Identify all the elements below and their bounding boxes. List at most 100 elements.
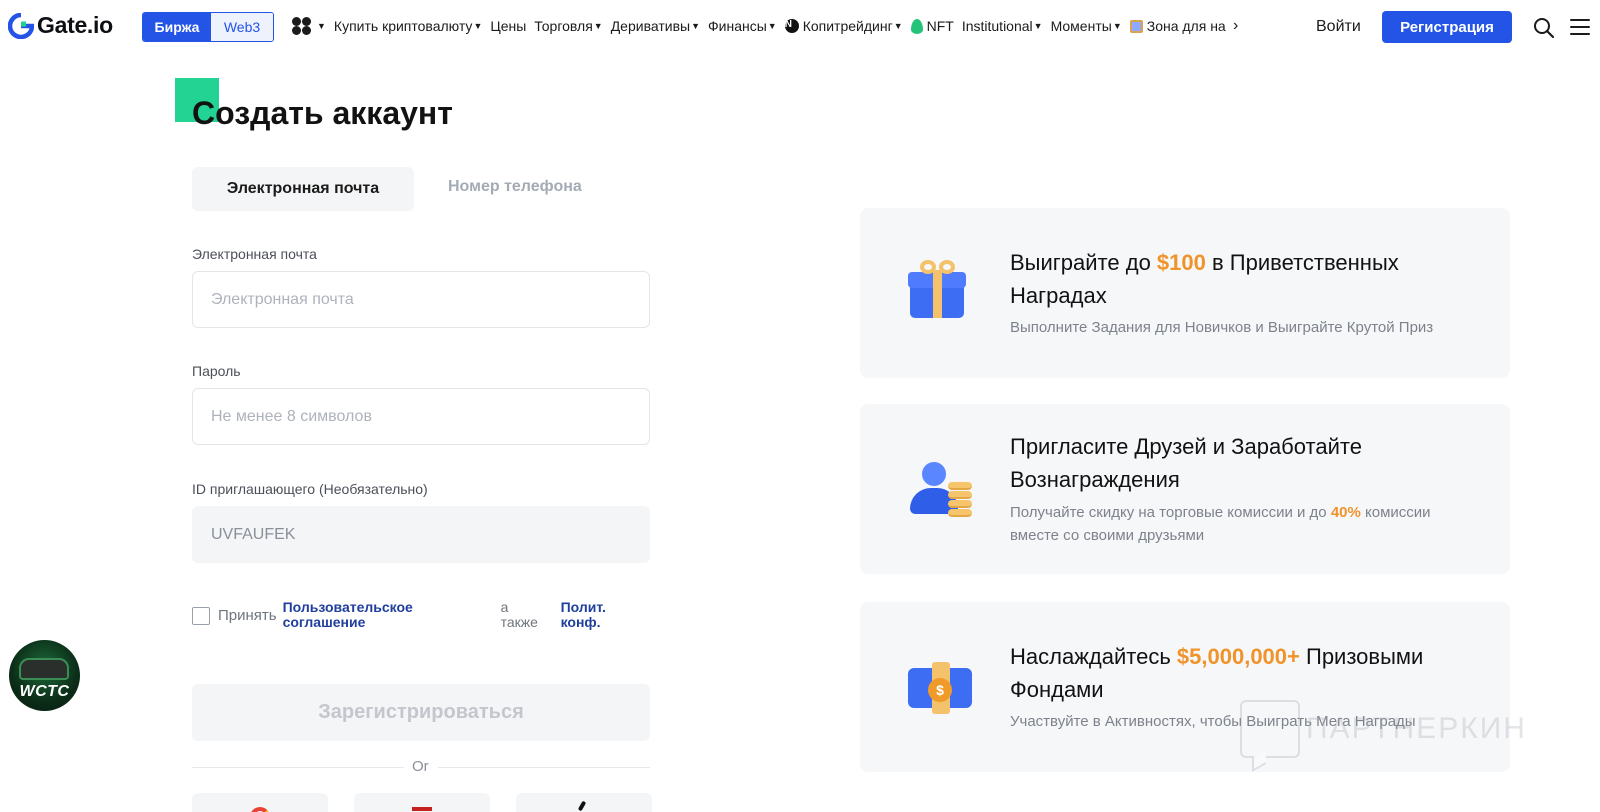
- menu-item-derivatives[interactable]: Деривативы ▼: [611, 18, 700, 34]
- card-title-highlight: $5,000,000+: [1176, 644, 1300, 669]
- privacy-link-line2: конф.: [560, 614, 601, 630]
- chevron-down-icon: ▼: [473, 21, 483, 31]
- menu-item-label: Зона для на: [1146, 18, 1226, 34]
- watermark: ПАРТНЕРКИН: [1240, 700, 1527, 758]
- also-text-line1: а: [500, 599, 509, 615]
- race-car-icon: [19, 658, 69, 680]
- menu-more-arrow-icon[interactable]: ›: [1233, 17, 1238, 35]
- tab-phone[interactable]: Номер телефона: [448, 178, 582, 196]
- agree-checkbox[interactable]: [192, 607, 210, 625]
- privacy-policy-link[interactable]: Полит. конф.: [561, 600, 606, 630]
- logo-text: Gate.io: [37, 12, 113, 38]
- main-menu: ▼ Купить криптовалюту ▼ Цены Торговля ▼ Де…: [292, 17, 1234, 35]
- wctc-badge[interactable]: WCTC: [9, 640, 80, 711]
- cash-icon: $: [908, 658, 972, 714]
- menu-item-institutional[interactable]: Institutional ▼: [962, 18, 1043, 34]
- card-title: Наслаждайтесь $5,000,000+ Призовыми Фонд…: [1010, 640, 1480, 706]
- agreement-row: Принять Пользовательское соглашение а та…: [192, 600, 606, 630]
- referral-id-field[interactable]: UVFAUFEK: [192, 506, 650, 563]
- menu-item-label: Торговля: [534, 18, 593, 34]
- card-description: Выполните Задания для Новичков и Выиграй…: [1010, 316, 1480, 339]
- register-button[interactable]: Регистрация: [1382, 11, 1512, 43]
- apple-icon: [577, 800, 587, 812]
- exchange-web3-switch[interactable]: Биржа Web3: [142, 12, 274, 42]
- card-description-text: Получайте скидку на торговые комиссии и …: [1010, 504, 1331, 521]
- email-label: Электронная почта: [192, 246, 317, 262]
- gift-icon: [908, 260, 966, 318]
- password-label: Пароль: [192, 363, 241, 379]
- hamburger-menu-icon[interactable]: [1570, 19, 1590, 35]
- menu-item-label: Деривативы: [610, 18, 691, 34]
- gift-icon: [1129, 19, 1143, 33]
- chevron-down-icon: ▼: [1033, 21, 1043, 31]
- card-description-text: Выполните Задания для Новичков и Выиграй…: [1010, 319, 1434, 336]
- menu-item-label: Финансы: [708, 18, 767, 34]
- menu-item-moments[interactable]: Моменты ▼: [1051, 18, 1122, 34]
- divider-line: [438, 767, 650, 768]
- google-icon: [250, 807, 270, 812]
- menu-item-trade[interactable]: Торговля ▼: [534, 18, 602, 34]
- login-link[interactable]: Войти: [1316, 18, 1361, 36]
- welcome-reward-card[interactable]: Выиграйте до $100 в Приветственных Награ…: [860, 208, 1510, 378]
- gate-logo[interactable]: Gate.io: [8, 12, 113, 39]
- web3-toggle[interactable]: Web3: [211, 13, 273, 41]
- n-badge-icon: N: [784, 19, 799, 33]
- also-text-line2: также: [500, 614, 538, 630]
- menu-item-label: Institutional: [961, 18, 1033, 34]
- chevron-down-icon: ▼: [893, 21, 903, 31]
- terms-link-line1: Пользовательское: [282, 599, 413, 615]
- referral-label: ID приглашающего (Необязательно): [192, 481, 428, 497]
- menu-item-copytrading[interactable]: N Копитрейдинг ▼: [784, 18, 903, 34]
- chevron-down-icon: ▼: [691, 21, 700, 31]
- watermark-text: ПАРТНЕРКИН: [1306, 712, 1527, 745]
- menu-item-zone[interactable]: Зона для на: [1129, 18, 1226, 34]
- accept-text: Принять: [218, 607, 277, 624]
- card-title-text: Выиграйте до: [1010, 250, 1157, 275]
- dollar-icon: $: [928, 678, 952, 702]
- menu-item-label: Копитрейдинг: [802, 18, 893, 34]
- card-description-highlight: 40%: [1330, 504, 1361, 521]
- menu-item-label: NFT: [926, 18, 954, 34]
- card-description: Получайте скидку на торговые комиссии и …: [1010, 501, 1480, 547]
- chevron-down-icon: ▼: [1112, 21, 1122, 31]
- invite-friends-card[interactable]: Пригласите Друзей и Заработайте Вознагра…: [860, 404, 1510, 574]
- exchange-toggle[interactable]: Биржа: [143, 13, 211, 41]
- wctc-badge-text: WCTC: [19, 683, 70, 700]
- google-signup-button[interactable]: [192, 793, 328, 812]
- menu-item-buy-crypto[interactable]: ▼ Купить криптовалюту ▼: [292, 17, 482, 35]
- card-title-text: Наслаждайтесь: [1010, 644, 1177, 669]
- apple-signup-button[interactable]: [516, 793, 652, 812]
- card-title-highlight: $100: [1156, 250, 1206, 275]
- submit-register-button[interactable]: Зарегистрироваться: [192, 684, 650, 741]
- mail-icon: [412, 807, 432, 812]
- card-title: Пригласите Друзей и Заработайте Вознагра…: [1010, 430, 1480, 496]
- menu-item-nft[interactable]: NFT: [910, 18, 954, 34]
- top-navigation: Gate.io Биржа Web3 ▼ Купить криптовалюту…: [0, 0, 1600, 54]
- card-title: Выиграйте до $100 в Приветственных Награ…: [1010, 246, 1480, 312]
- card-title-text: Пригласите Друзей и Заработайте Вознагра…: [1010, 434, 1362, 492]
- password-field[interactable]: Не менее 8 символов: [192, 388, 650, 445]
- menu-item-label: Цены: [490, 18, 527, 34]
- speech-bubble-icon: [1240, 700, 1300, 758]
- chevron-down-icon: ▼: [767, 21, 777, 31]
- gate-logo-icon: [8, 12, 34, 39]
- chevron-down-icon: ▼: [593, 21, 603, 31]
- page-title: Создать аккаунт: [192, 95, 453, 131]
- leaf-icon: [910, 18, 923, 34]
- search-icon[interactable]: [1533, 17, 1555, 39]
- email-field[interactable]: Электронная почта: [192, 271, 650, 328]
- gmail-signup-button[interactable]: [354, 793, 490, 812]
- or-divider-text: Or: [412, 758, 429, 775]
- menu-item-label: Купить криптовалюту: [333, 18, 473, 34]
- chevron-down-icon: ▼: [317, 21, 326, 31]
- terms-link-line2: соглашение: [282, 614, 366, 630]
- menu-item-prices[interactable]: Цены: [490, 18, 526, 34]
- menu-item-finance[interactable]: Финансы ▼: [708, 18, 777, 34]
- also-text: а также: [501, 600, 561, 630]
- privacy-link-line1: Полит.: [560, 599, 606, 615]
- apps-icon: [292, 17, 312, 35]
- terms-link[interactable]: Пользовательское соглашение: [283, 600, 501, 630]
- tab-email[interactable]: Электронная почта: [192, 167, 414, 211]
- divider-line: [192, 767, 404, 768]
- menu-item-label: Моменты: [1050, 18, 1112, 34]
